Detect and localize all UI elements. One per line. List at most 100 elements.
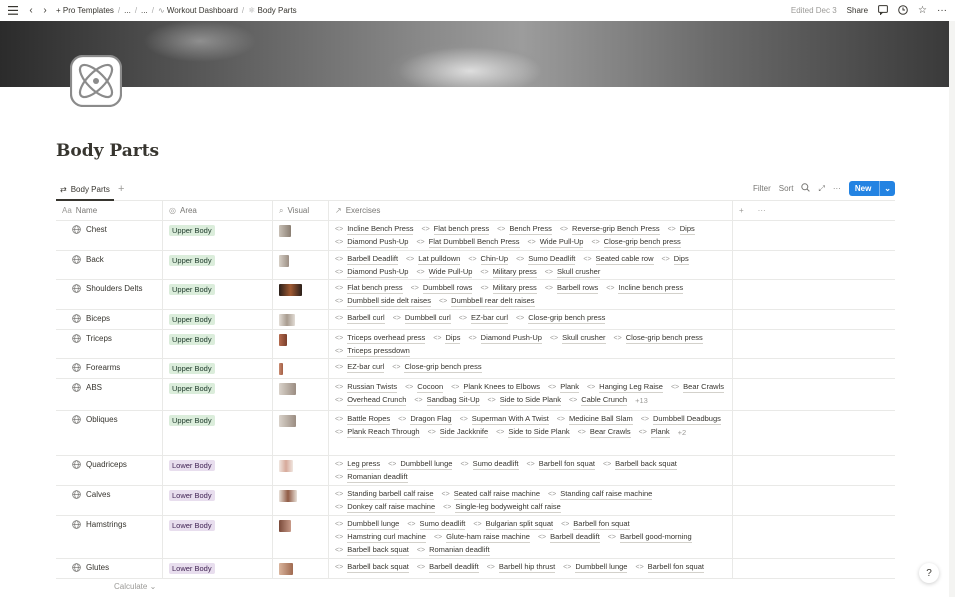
- exercise-link[interactable]: <> Close-grip bench press: [614, 332, 703, 345]
- name-cell[interactable]: Quadriceps: [56, 456, 163, 485]
- exercise-link[interactable]: <> Dumbbell Deadbugs: [641, 413, 721, 426]
- exercise-link[interactable]: <> Barbell Deadlift: [335, 253, 399, 266]
- breadcrumb-ellipsis[interactable]: ...: [124, 6, 131, 15]
- exercises-cell[interactable]: <> Incline Bench Press <> Flat bench press <…: [329, 221, 733, 250]
- breadcrumb-body-parts[interactable]: ⚛ Body Parts: [248, 6, 297, 15]
- more-icon[interactable]: ···: [937, 5, 947, 16]
- exercise-link[interactable]: <> Barbell fon squat: [527, 458, 595, 471]
- exercise-link[interactable]: <> Barbell deadlift: [538, 531, 600, 544]
- exercise-link[interactable]: <> Barbell rows: [545, 282, 599, 295]
- breadcrumb-ellipsis-2[interactable]: ...: [141, 6, 148, 15]
- exercise-link[interactable]: <> Sumo deadlift: [460, 458, 519, 471]
- exercise-link[interactable]: <> Lat pulldown: [406, 253, 461, 266]
- visual-cell[interactable]: [273, 251, 329, 279]
- exercise-link[interactable]: <> Medicine Ball Slam: [557, 413, 633, 426]
- comment-icon[interactable]: [878, 4, 888, 17]
- exercise-link[interactable]: <> Reverse-grip Bench Press: [560, 223, 660, 236]
- exercise-link[interactable]: <> Hanging Leg Raise: [587, 381, 663, 394]
- visual-thumbnail[interactable]: [279, 383, 296, 395]
- exercise-link[interactable]: <> Barbell deadlift: [417, 561, 479, 574]
- exercise-link[interactable]: <> Flat Dumbbell Bench Press: [416, 236, 520, 249]
- exercise-link[interactable]: <> Bear Crawls: [671, 381, 724, 394]
- name-cell[interactable]: Calves: [56, 486, 163, 515]
- visual-cell[interactable]: [273, 310, 329, 329]
- name-cell[interactable]: ABS: [56, 379, 163, 410]
- table-row[interactable]: Quadriceps Lower Body <> Leg press <> Dumbbel…: [56, 456, 895, 486]
- exercise-link[interactable]: <> Plank: [548, 381, 579, 394]
- options-icon[interactable]: ···: [833, 184, 841, 193]
- exercise-link[interactable]: <> Dumbbell side delt raises: [335, 295, 431, 308]
- exercise-link[interactable]: <> Close-grip bench press: [392, 361, 482, 374]
- column-header-exercises[interactable]: ↗ Exercises: [329, 201, 733, 220]
- exercise-link[interactable]: <> Dumbbell rows: [411, 282, 473, 295]
- area-cell[interactable]: Upper Body: [163, 221, 273, 250]
- exercise-link[interactable]: <> Romanian deadlift: [417, 544, 490, 557]
- name-cell[interactable]: Obliques: [56, 411, 163, 455]
- exercises-cell[interactable]: <> Leg press <> Dumbbell lunge <> Sumo deadli…: [329, 456, 733, 485]
- column-header-name[interactable]: Aa Name: [56, 201, 163, 220]
- exercise-link[interactable]: <> Barbell fon squat: [635, 561, 704, 574]
- expand-icon[interactable]: ⤢: [818, 184, 824, 194]
- area-cell[interactable]: Upper Body: [163, 330, 273, 358]
- exercise-link[interactable]: <> Superman With A Twist: [460, 413, 549, 426]
- new-button[interactable]: New ⌄: [848, 181, 895, 196]
- exercise-link[interactable]: <> Incline bench press: [606, 282, 684, 295]
- exercise-link[interactable]: <> Diamond Push-Up: [468, 332, 542, 345]
- visual-cell[interactable]: [273, 456, 329, 485]
- exercise-link[interactable]: <> Single-leg bodyweight calf raise: [443, 501, 561, 514]
- area-cell[interactable]: Lower Body: [163, 516, 273, 558]
- star-icon[interactable]: ☆: [918, 5, 927, 16]
- exercise-link[interactable]: <> Bench Press: [497, 223, 552, 236]
- exercise-link[interactable]: <> Diamond Push-Up: [335, 236, 409, 249]
- visual-thumbnail[interactable]: [279, 363, 283, 375]
- name-cell[interactable]: Biceps: [56, 310, 163, 329]
- exercise-link[interactable]: <> Dips: [433, 332, 461, 345]
- more-exercises-count[interactable]: +13: [635, 394, 648, 407]
- visual-cell[interactable]: [273, 411, 329, 455]
- column-header-area[interactable]: ◎ Area: [163, 201, 273, 220]
- exercise-link[interactable]: <> Barbell back squat: [335, 544, 409, 557]
- exercise-link[interactable]: <> Military press: [480, 282, 537, 295]
- exercise-link[interactable]: <> Barbell curl: [335, 312, 385, 325]
- exercise-link[interactable]: <> Donkey calf raise machine: [335, 501, 436, 514]
- exercise-link[interactable]: <> Dumbbell lunge: [563, 561, 628, 574]
- column-header-visual[interactable]: ⌕ Visual: [273, 201, 329, 220]
- breadcrumb-workout-dashboard[interactable]: ∿ Workout Dashboard: [158, 6, 238, 15]
- name-cell[interactable]: Chest: [56, 221, 163, 250]
- area-cell[interactable]: Lower Body: [163, 486, 273, 515]
- exercise-link[interactable]: <> Close-grip bench press: [516, 312, 606, 325]
- exercises-cell[interactable]: <> Triceps overhead press <> Dips <> Diamond …: [329, 330, 733, 358]
- exercises-cell[interactable]: <> Dumbbell lunge <> Sumo deadlift <> Bulgari…: [329, 516, 733, 558]
- exercise-link[interactable]: <> Leg press: [335, 458, 381, 471]
- visual-thumbnail[interactable]: [279, 334, 287, 346]
- exercise-link[interactable]: <> Barbell fon squat: [561, 518, 630, 531]
- exercises-cell[interactable]: <> Barbell Deadlift <> Lat pulldown <> Chin-U…: [329, 251, 733, 279]
- exercise-link[interactable]: <> Overhead Crunch: [335, 394, 407, 407]
- sort-button[interactable]: Sort: [779, 184, 794, 193]
- exercise-link[interactable]: <> Dumbbell rear delt raises: [439, 295, 535, 308]
- exercise-link[interactable]: <> Side Jackknife: [428, 426, 489, 439]
- exercise-link[interactable]: <> Close-grip bench press: [591, 236, 681, 249]
- visual-cell[interactable]: [273, 486, 329, 515]
- clock-icon[interactable]: [898, 4, 908, 17]
- exercise-link[interactable]: <> Bulgarian split squat: [473, 518, 554, 531]
- exercise-link[interactable]: <> Sandbag Sit-Up: [414, 394, 480, 407]
- visual-thumbnail[interactable]: [279, 563, 293, 575]
- exercise-link[interactable]: <> Dips: [668, 223, 695, 236]
- name-cell[interactable]: Shoulders Delts: [56, 280, 163, 309]
- exercise-link[interactable]: <> Barbell back squat: [603, 458, 677, 471]
- exercise-link[interactable]: <> Plank: [639, 426, 670, 439]
- exercise-link[interactable]: <> EZ-bar curl: [335, 361, 385, 374]
- table-row[interactable]: Biceps Upper Body <> Barbell curl <> Dumbbell…: [56, 310, 895, 330]
- table-row[interactable]: Glutes Lower Body <> Barbell back squat <> Ba…: [56, 559, 895, 579]
- table-row[interactable]: Chest Upper Body <> Incline Bench Press <> Fl…: [56, 221, 895, 251]
- exercise-link[interactable]: <> Dumbbell curl: [393, 312, 451, 325]
- exercise-link[interactable]: <> Side to Side Plank: [488, 394, 562, 407]
- table-row[interactable]: Back Upper Body <> Barbell Deadlift <> Lat pu…: [56, 251, 895, 280]
- exercise-link[interactable]: <> Triceps overhead press: [335, 332, 426, 345]
- help-button[interactable]: ?: [919, 563, 939, 583]
- table-row[interactable]: Hamstrings Lower Body <> Dumbbell lunge <> Su…: [56, 516, 895, 559]
- back-arrow-icon[interactable]: ‹: [24, 4, 38, 18]
- exercise-link[interactable]: <> Cable Crunch: [569, 394, 628, 407]
- exercise-link[interactable]: <> Triceps pressdown: [335, 345, 410, 358]
